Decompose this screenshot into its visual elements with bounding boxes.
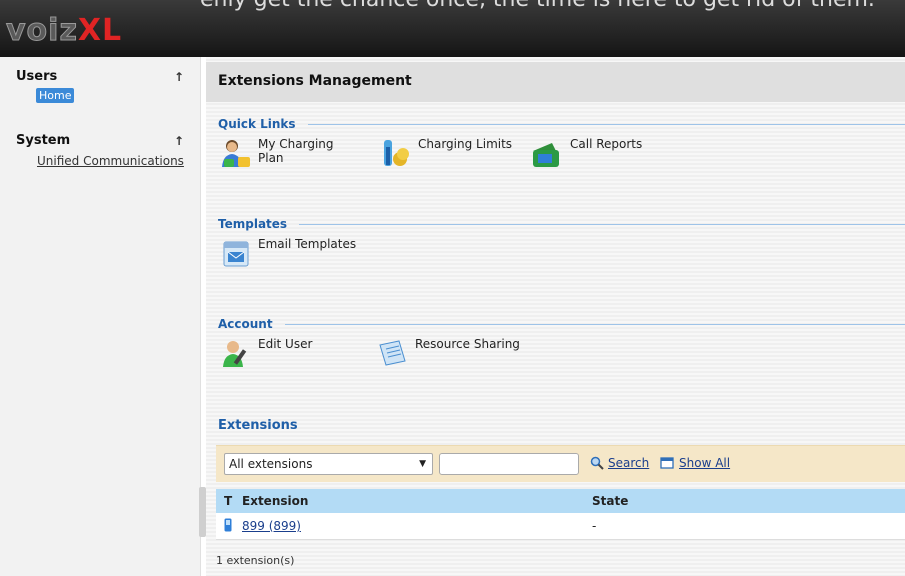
table-header: T Extension State [216, 489, 905, 513]
sidebar-section-system: System ↑ Unified Communications [16, 133, 184, 168]
sidebar-section-users: Users ↑ Home [16, 69, 184, 103]
quick-links-section: Quick Links My Charging Plan Charging Li… [218, 117, 905, 171]
arrow-up-icon[interactable]: ↑ [174, 70, 184, 84]
resource-sharing-icon [379, 340, 406, 366]
account-section: Account Edit User Resource Sharing [218, 317, 905, 371]
column-header-state[interactable]: State [592, 494, 628, 508]
extensions-filter-select[interactable]: All extensions ▼ [224, 453, 433, 475]
extension-link[interactable]: 899 (899) [242, 519, 301, 533]
quick-link-charging-limits[interactable]: Charging Limits [378, 137, 512, 171]
column-header-type[interactable]: T [224, 494, 232, 508]
sidebar-item-unified-communications[interactable]: Unified Communications [37, 154, 184, 168]
templates-section: Templates Email Templates [218, 217, 905, 271]
section-title-quick-links: Quick Links [218, 117, 296, 131]
window-icon [660, 457, 674, 469]
page-header: Extensions Management [206, 62, 905, 102]
section-divider [307, 123, 905, 125]
sidebar-collapse-handle[interactable] [199, 487, 206, 537]
show-all-button[interactable]: Show All [660, 456, 730, 470]
show-all-label: Show All [679, 456, 731, 470]
column-header-extension[interactable]: Extension [242, 494, 308, 508]
search-icon [590, 456, 604, 470]
extensions-table: T Extension State 899 (899) - [216, 489, 905, 540]
user-charging-icon [222, 140, 250, 167]
extensions-search-input[interactable] [439, 453, 579, 475]
extensions-title: Extensions [218, 418, 298, 433]
email-calendar-icon [223, 241, 249, 267]
edit-user-icon [223, 341, 247, 367]
logo-text-xl: XL [77, 13, 123, 48]
table-row: 899 (899) - [216, 513, 905, 540]
quick-link-label: My Charging Plan [258, 137, 334, 165]
account-link-resource-sharing[interactable]: Resource Sharing [375, 337, 520, 371]
section-title-account: Account [218, 317, 273, 331]
extensions-count: 1 extension(s) [216, 554, 295, 567]
thermometer-coins-icon [384, 140, 409, 166]
search-label: Search [608, 456, 650, 470]
wallet-report-icon [533, 143, 559, 167]
logo-text-voiz: voiz [6, 13, 78, 48]
search-button[interactable]: Search [590, 456, 649, 470]
sidebar-section-title: System [16, 133, 71, 148]
quick-link-label: Charging Limits [418, 137, 513, 151]
sidebar-item-home[interactable]: Home [36, 88, 75, 103]
sidebar: Users ↑ Home System ↑ Unified Communicat… [0, 57, 201, 576]
quick-link-call-reports[interactable]: Call Reports [530, 137, 642, 171]
section-divider [284, 323, 905, 325]
arrow-up-icon[interactable]: ↑ [174, 134, 184, 148]
chevron-down-icon: ▼ [419, 459, 426, 469]
banner-text: enly get the chance once, the time is he… [200, 0, 905, 12]
phone-icon [224, 518, 232, 535]
account-link-edit-user[interactable]: Edit User [218, 337, 312, 371]
section-title-templates: Templates [218, 217, 288, 231]
sidebar-section-title: Users [16, 69, 58, 84]
extension-state: - [592, 519, 597, 533]
top-banner: enly get the chance once, the time is he… [0, 0, 905, 57]
app-logo[interactable]: voizXL [6, 13, 123, 48]
quick-link-label: Call Reports [570, 137, 643, 151]
account-link-label: Edit User [258, 337, 313, 351]
section-divider [299, 223, 905, 225]
extensions-filter-selected: All extensions [229, 457, 313, 471]
templates-link-label: Email Templates [258, 237, 357, 251]
quick-link-my-charging-plan[interactable]: My Charging Plan [218, 137, 338, 171]
extensions-filter-bar: All extensions ▼ Search Show All [216, 445, 905, 482]
templates-link-email-templates[interactable]: Email Templates [218, 237, 356, 271]
page-title: Extensions Management [218, 73, 412, 89]
main-content: Extensions Management Quick Links My Cha… [206, 57, 905, 576]
account-link-label: Resource Sharing [415, 337, 520, 351]
